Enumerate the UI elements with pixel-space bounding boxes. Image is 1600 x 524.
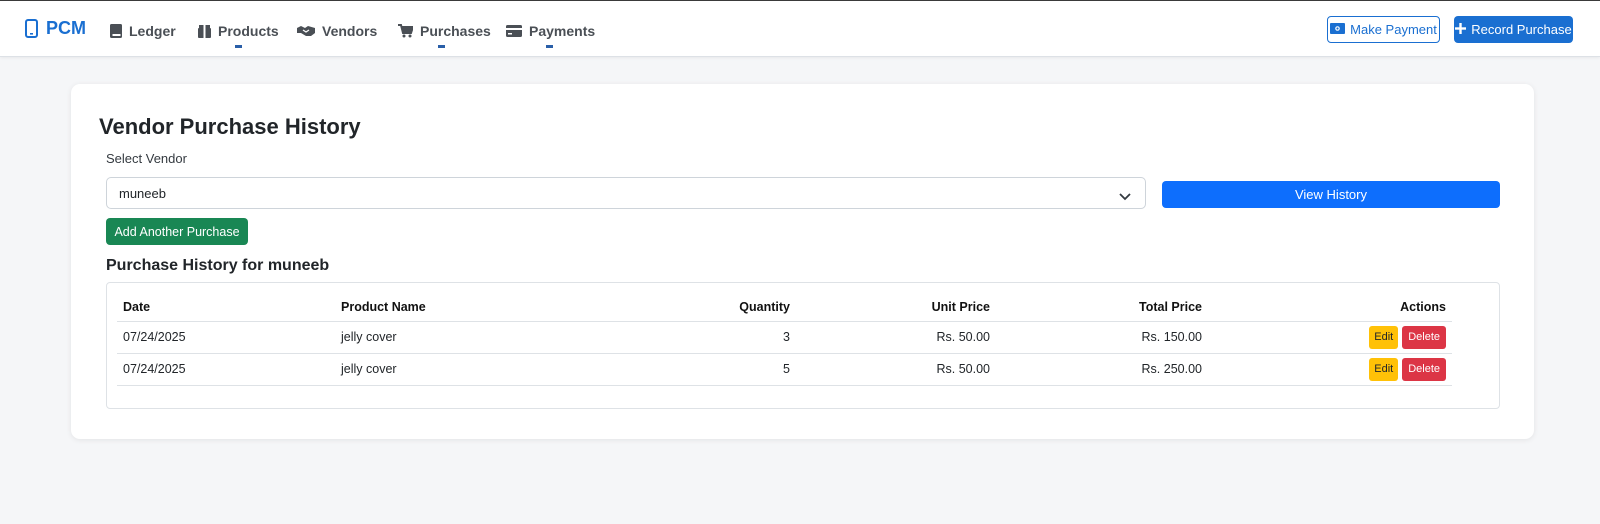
handshake-icon (297, 25, 315, 37)
table-row: 07/24/2025 jelly cover 3 Rs. 50.00 Rs. 1… (117, 321, 1452, 354)
column-header-product[interactable]: Product Name (335, 293, 570, 322)
column-header-unit-price[interactable]: Unit Price (796, 293, 996, 322)
nav-item-products[interactable]: Products (198, 20, 279, 42)
plus-icon (1455, 22, 1467, 37)
history-title: Purchase History for muneeb (106, 257, 330, 274)
nav-item-ledger[interactable]: Ledger (110, 20, 176, 42)
record-purchase-label: Record Purchase (1471, 22, 1572, 37)
column-header-date[interactable]: Date (117, 293, 335, 322)
box-icon (198, 24, 211, 38)
mobile-phone-icon (25, 19, 38, 38)
chevron-down-icon (1119, 188, 1131, 206)
nav-item-payments[interactable]: Payments (506, 20, 595, 42)
cell-unit-price: Rs. 50.00 (796, 353, 996, 386)
cell-unit-price: Rs. 50.00 (796, 321, 996, 354)
active-indicator (235, 45, 242, 48)
nav-item-purchases[interactable]: Purchases (398, 20, 491, 42)
add-another-purchase-button[interactable]: Add Another Purchase (106, 218, 248, 245)
nav-item-label: Purchases (420, 23, 491, 39)
table-row: 07/24/2025 jelly cover 5 Rs. 50.00 Rs. 2… (117, 353, 1452, 386)
brand[interactable]: PCM (25, 18, 86, 39)
nav-item-label: Ledger (129, 23, 176, 39)
nav-item-label: Products (218, 23, 279, 39)
edit-button[interactable]: Edit (1369, 325, 1399, 349)
book-icon (110, 24, 122, 38)
cell-date: 07/24/2025 (117, 321, 335, 354)
active-indicator (546, 45, 553, 48)
nav-item-label: Payments (529, 23, 596, 39)
nav-item-vendors[interactable]: Vendors (297, 20, 377, 42)
make-payment-label: Make Payment (1350, 22, 1437, 37)
money-bill-icon (1330, 22, 1346, 37)
cell-actions: Edit Delete (1208, 353, 1452, 386)
page-title: Vendor Purchase History (99, 114, 361, 139)
column-header-actions: Actions (1208, 293, 1452, 322)
cell-quantity: 3 (570, 321, 796, 354)
cell-date: 07/24/2025 (117, 353, 335, 386)
column-header-quantity[interactable]: Quantity (570, 293, 796, 322)
cell-total-price: Rs. 250.00 (996, 353, 1208, 386)
credit-card-icon (506, 25, 522, 37)
cell-total-price: Rs. 150.00 (996, 321, 1208, 354)
active-indicator (438, 45, 445, 48)
cell-product: jelly cover (335, 353, 570, 386)
cell-product: jelly cover (335, 321, 570, 354)
purchase-history-card: Vendor Purchase History Select Vendor mu… (71, 84, 1534, 439)
edit-button[interactable]: Edit (1369, 357, 1399, 381)
vendor-select-label: Select Vendor (106, 151, 187, 166)
nav-item-label: Vendors (322, 23, 378, 39)
purchase-table-container: Date Product Name Quantity Unit Price To… (106, 282, 1500, 409)
cart-icon (398, 24, 413, 38)
table-header-row: Date Product Name Quantity Unit Price To… (117, 293, 1452, 322)
vendor-select[interactable]: muneeb (106, 177, 1146, 209)
view-history-button[interactable]: View History (1162, 181, 1500, 208)
delete-button[interactable]: Delete (1402, 325, 1446, 349)
make-payment-button[interactable]: Make Payment (1327, 16, 1440, 43)
cell-actions: Edit Delete (1208, 321, 1452, 354)
purchase-table: Date Product Name Quantity Unit Price To… (117, 293, 1452, 386)
cell-quantity: 5 (570, 353, 796, 386)
vendor-select-value: muneeb (119, 186, 166, 201)
brand-label: PCM (46, 18, 86, 38)
delete-button[interactable]: Delete (1402, 357, 1446, 381)
column-header-total-price[interactable]: Total Price (996, 293, 1208, 322)
top-navbar: PCM Ledger Products Vendors Purchases Pa… (0, 0, 1600, 57)
record-purchase-button[interactable]: Record Purchase (1454, 16, 1573, 43)
